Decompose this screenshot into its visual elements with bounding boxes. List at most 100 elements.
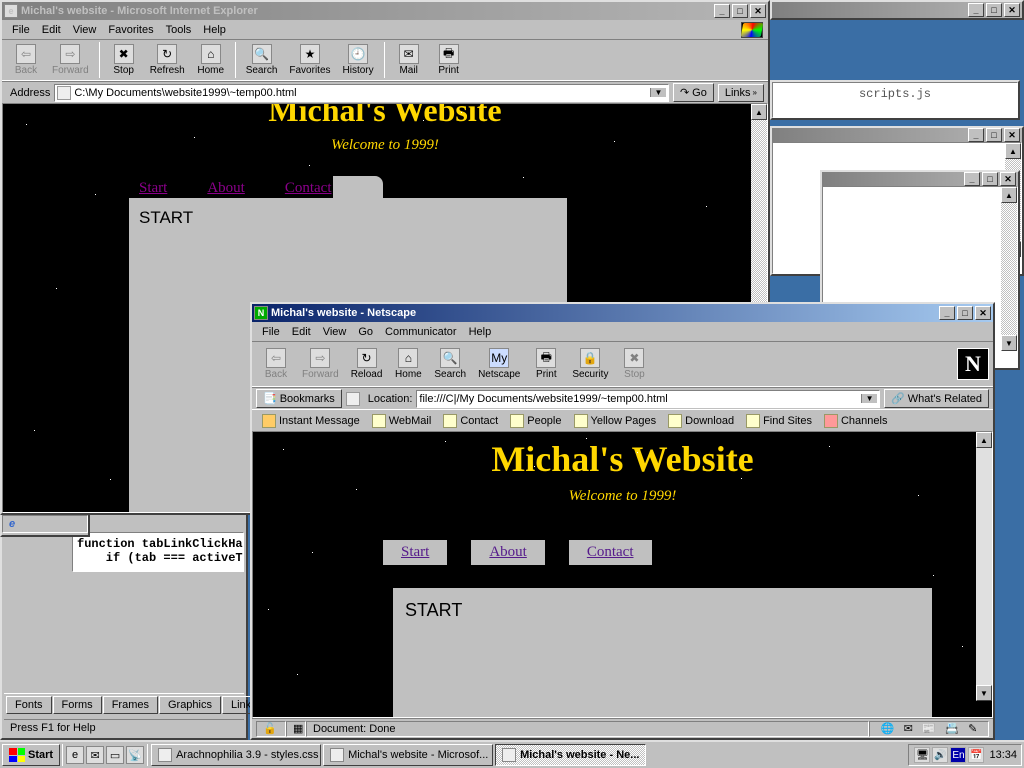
maximize-button[interactable]: □: [986, 128, 1002, 142]
task-ie[interactable]: Michal's website - Microsof...: [323, 744, 493, 766]
links-button[interactable]: Links »: [718, 84, 764, 102]
netscape-titlebar[interactable]: N Michal's website - Netscape _ □ ✕: [252, 304, 993, 322]
favorites-button[interactable]: ★Favorites: [283, 42, 336, 78]
netscape-button[interactable]: MyNetscape: [472, 346, 526, 382]
menu-help[interactable]: Help: [463, 325, 498, 339]
scroll-down[interactable]: ▼: [976, 685, 992, 701]
clock[interactable]: 13:34: [989, 749, 1017, 761]
scrollbar[interactable]: ▲▼: [1001, 187, 1017, 351]
scroll-up[interactable]: ▲: [976, 432, 992, 448]
bookmarks-button[interactable]: 📑 Bookmarks: [256, 389, 342, 408]
security-indicator[interactable]: 🔓: [256, 721, 286, 737]
forward-button[interactable]: ⇨Forward: [296, 346, 345, 382]
tab-start[interactable]: Start: [383, 540, 447, 565]
minimize-button[interactable]: _: [939, 306, 955, 320]
menu-edit[interactable]: Edit: [286, 325, 317, 339]
stop-button[interactable]: ✖Stop: [104, 42, 144, 78]
task-netscape[interactable]: Michal's website - Ne...: [495, 744, 646, 766]
personal-channels[interactable]: Channels: [818, 414, 893, 428]
mail-button[interactable]: ✉Mail: [389, 42, 429, 78]
tray-volume-icon[interactable]: 🔊: [932, 747, 948, 763]
back-button[interactable]: ⇦Back: [256, 346, 296, 382]
close-button[interactable]: ✕: [750, 4, 766, 18]
home-button[interactable]: ⌂Home: [191, 42, 231, 78]
scroll-up[interactable]: ▲: [751, 104, 767, 120]
menu-view[interactable]: View: [317, 325, 353, 339]
personal-contact[interactable]: Contact: [437, 414, 504, 428]
menu-favorites[interactable]: Favorites: [102, 23, 159, 37]
newsgroups-icon[interactable]: 📰: [922, 722, 936, 735]
print-button[interactable]: 🖶Print: [429, 42, 469, 78]
scroll-down[interactable]: ▼: [1001, 335, 1017, 351]
forward-button[interactable]: ⇨Forward: [46, 42, 95, 78]
addressbook-icon[interactable]: 📇: [945, 722, 959, 735]
inbox-icon[interactable]: ✉: [904, 722, 913, 735]
close-button[interactable]: ✕: [1004, 128, 1020, 142]
reload-button[interactable]: ↻Reload: [345, 346, 389, 382]
refresh-button[interactable]: ↻Refresh: [144, 42, 191, 78]
netscape-scrollbar[interactable]: ▲▼: [976, 432, 992, 701]
drag-proxy-icon[interactable]: [346, 392, 360, 406]
menu-communicator[interactable]: Communicator: [379, 325, 463, 339]
tab-graphics[interactable]: Graphics: [159, 696, 221, 714]
component-icons[interactable]: 🌐 ✉ 📰 📇 ✎: [869, 721, 989, 737]
search-button[interactable]: 🔍Search: [428, 346, 472, 382]
maximize-button[interactable]: □: [732, 4, 748, 18]
menu-view[interactable]: View: [67, 23, 103, 37]
personal-instant-message[interactable]: Instant Message: [256, 414, 366, 428]
address-field[interactable]: C:\My Documents\website1999\~temp00.html…: [54, 84, 669, 102]
personal-findsites[interactable]: Find Sites: [740, 414, 818, 428]
minimize-button[interactable]: _: [964, 172, 980, 186]
personal-yellowpages[interactable]: Yellow Pages: [568, 414, 663, 428]
personal-download[interactable]: Download: [662, 414, 740, 428]
tab-fonts[interactable]: Fonts: [6, 696, 52, 714]
close-button[interactable]: ✕: [1000, 172, 1016, 186]
minimize-button[interactable]: _: [968, 128, 984, 142]
minimize-button[interactable]: _: [714, 4, 730, 18]
component-bar[interactable]: ▦: [286, 721, 306, 737]
stop-button[interactable]: ✖Stop: [614, 346, 654, 382]
personal-webmail[interactable]: WebMail: [366, 414, 438, 428]
address-dropdown[interactable]: ▼: [650, 88, 666, 97]
menu-file[interactable]: File: [256, 325, 286, 339]
ql-desktop-icon[interactable]: ▭: [106, 746, 124, 764]
scroll-up[interactable]: ▲: [1005, 143, 1021, 159]
navigator-icon[interactable]: 🌐: [881, 722, 895, 735]
maximize-button[interactable]: □: [957, 306, 973, 320]
menu-tools[interactable]: Tools: [160, 23, 198, 37]
tray-icon-1[interactable]: 🖥: [914, 747, 930, 763]
print-button[interactable]: 🖶Print: [526, 346, 566, 382]
close-button[interactable]: ✕: [975, 306, 991, 320]
tab-forms[interactable]: Forms: [53, 696, 102, 714]
menu-help[interactable]: Help: [197, 23, 232, 37]
maximize-button[interactable]: □: [986, 3, 1002, 17]
start-button[interactable]: Start: [2, 744, 60, 766]
tray-scheduler-icon[interactable]: 📅: [968, 747, 984, 763]
composer-icon[interactable]: ✎: [968, 722, 977, 735]
menu-file[interactable]: File: [6, 23, 36, 37]
code-area[interactable]: function tabLinkClickHan if (tab === act…: [72, 532, 244, 572]
back-button[interactable]: ⇦Back: [6, 42, 46, 78]
maximize-button[interactable]: □: [982, 172, 998, 186]
tab-contact[interactable]: Contact: [569, 540, 652, 565]
ql-outlook-icon[interactable]: ✉: [86, 746, 104, 764]
search-button[interactable]: 🔍Search: [240, 42, 284, 78]
personal-people[interactable]: People: [504, 414, 567, 428]
tab-about[interactable]: About: [471, 540, 545, 565]
whats-related-button[interactable]: 🔗 What's Related: [884, 389, 989, 408]
ql-channels-icon[interactable]: 📡: [126, 746, 144, 764]
task-arachnophilia[interactable]: Arachnophilia 3.9 - styles.css: [151, 744, 321, 766]
menu-edit[interactable]: Edit: [36, 23, 67, 37]
location-field[interactable]: file:///C|/My Documents/website1999/~tem…: [416, 390, 880, 408]
tray-lang-indicator[interactable]: En: [950, 747, 966, 763]
minimize-button[interactable]: _: [968, 3, 984, 17]
go-button[interactable]: ↷ Go: [673, 83, 714, 102]
home-button[interactable]: ⌂Home: [388, 346, 428, 382]
ie-titlebar[interactable]: e Michal's website - Microsoft Internet …: [2, 2, 768, 20]
ql-ie-icon[interactable]: e: [66, 746, 84, 764]
menu-go[interactable]: Go: [352, 325, 379, 339]
location-dropdown[interactable]: ▼: [861, 394, 877, 403]
close-button[interactable]: ✕: [1004, 3, 1020, 17]
tab-frames[interactable]: Frames: [103, 696, 158, 714]
scroll-up[interactable]: ▲: [1001, 187, 1017, 203]
